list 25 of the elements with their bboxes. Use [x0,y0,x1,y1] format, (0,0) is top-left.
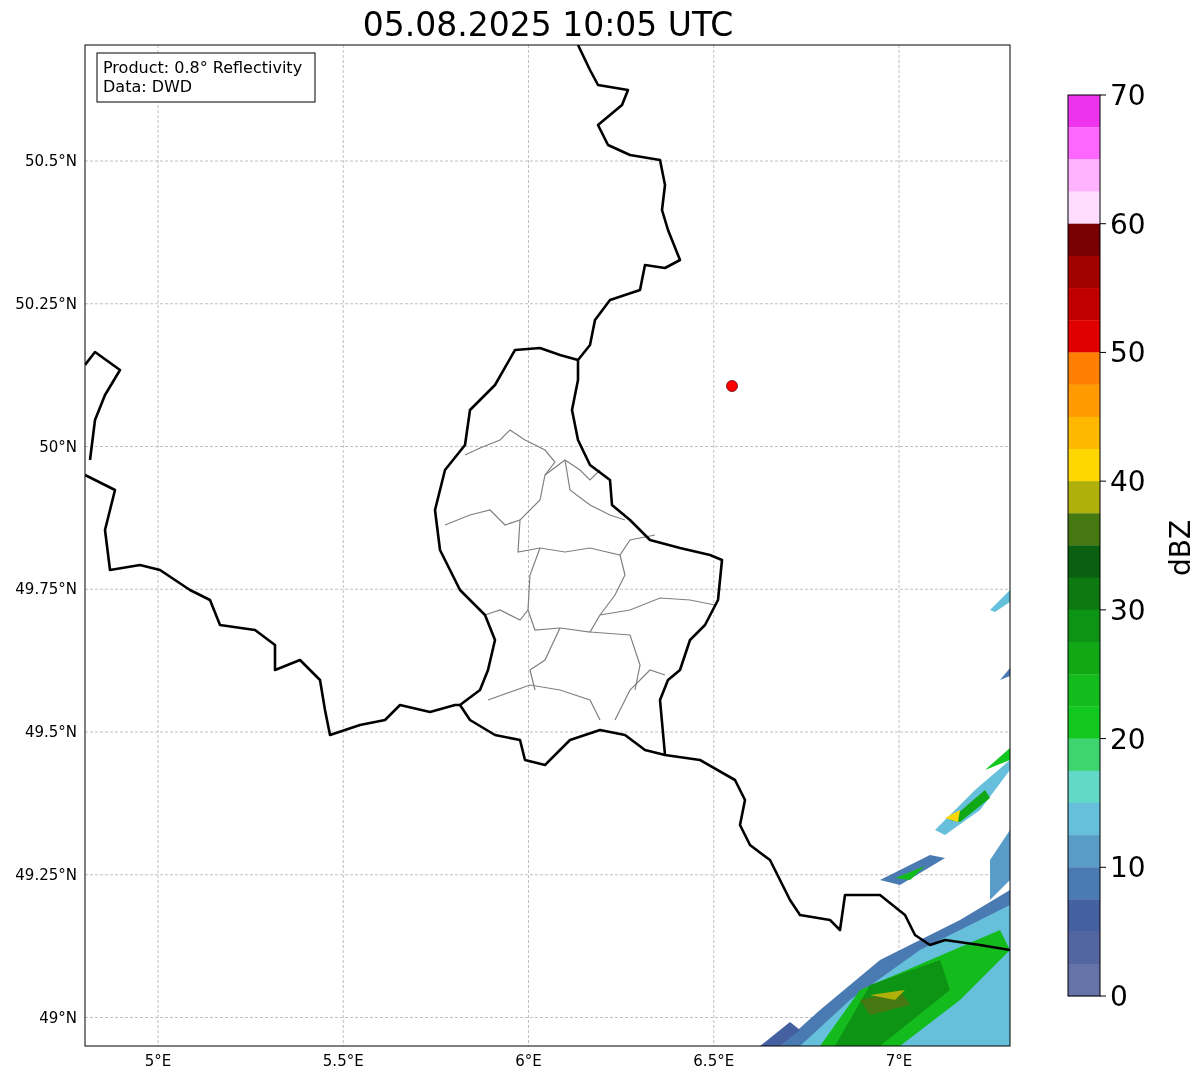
longitude-label: 6°E [515,1052,542,1070]
info-text: Product: 0.8° Reflectivity [103,58,303,77]
longitude-label: 5.5°E [322,1052,364,1070]
latitude-label: 49.5°N [24,723,77,741]
colorbar-tick-label: 30 [1110,593,1146,627]
latitude-label: 50°N [39,437,77,456]
colorbar-tick-label: 20 [1110,722,1146,756]
latitude-label: 49°N [39,1008,77,1027]
colorbar-tick-label: 10 [1110,851,1146,885]
longitude-label: 5°E [144,1052,172,1070]
chart-title: 05.08.2025 10:05 UTC [362,5,734,44]
colorbar-tick-label: 50 [1110,336,1146,370]
latitude-label: 50.5°N [24,152,77,170]
longitude-label: 6.5°E [693,1052,735,1070]
latitude-label: 50.25°N [15,294,77,313]
latitude-label: 49.25°N [15,865,77,884]
colorbar-tick-label: 0 [1110,980,1128,1013]
info-text: Data: DWD [103,77,193,96]
colorbar-tick-label: 70 [1110,79,1146,112]
longitude-label: 7°E [885,1052,913,1070]
colorbar-tick-label: 40 [1110,465,1146,499]
location-marker [726,380,738,392]
colorbar-label: dBZ [1164,519,1197,577]
latitude-label: 49.75°N [15,580,77,599]
colorbar-tick-label: 60 [1110,207,1146,241]
